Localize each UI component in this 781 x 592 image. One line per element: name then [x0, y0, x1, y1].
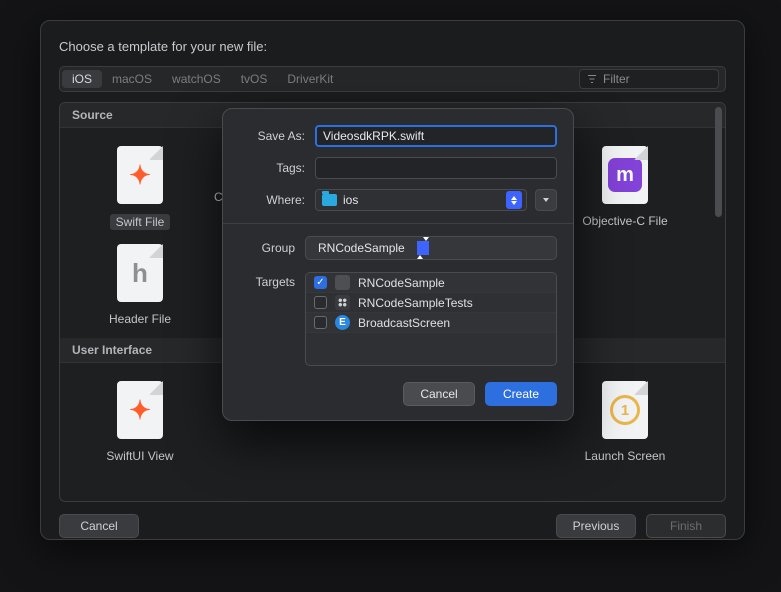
tags-input[interactable] [315, 157, 557, 179]
scrollbar-thumb[interactable] [715, 107, 722, 217]
tab-ios[interactable]: iOS [62, 70, 102, 88]
swift-file-icon: ✦ [117, 146, 163, 204]
targets-list: RNCodeSample RNCodeSampleTests E Broadca… [305, 272, 557, 366]
filter-icon [586, 73, 598, 85]
where-row: Where: ios [239, 189, 557, 211]
app-target-icon [335, 275, 350, 290]
tab-watchos[interactable]: watchOS [162, 70, 231, 88]
previous-button[interactable]: Previous [556, 514, 636, 538]
template-objc-file[interactable]: m Objective-C File [575, 146, 675, 230]
template-swift-file[interactable]: ✦ Swift File [90, 146, 190, 230]
folder-icon [322, 194, 337, 206]
filter-field[interactable]: Filter [579, 69, 719, 89]
target-item[interactable]: RNCodeSample [306, 273, 556, 293]
filter-placeholder: Filter [603, 72, 630, 86]
group-stepper-icon [417, 241, 429, 255]
target-item-empty [306, 333, 556, 353]
template-header-file[interactable]: h Header File [90, 244, 190, 326]
group-value: RNCodeSample [318, 241, 405, 255]
save-as-input[interactable] [315, 125, 557, 147]
target-name: RNCodeSample [358, 276, 445, 290]
target-checkbox[interactable] [314, 276, 327, 289]
launch-screen-icon: 1 [602, 381, 648, 439]
group-label: Group [239, 241, 295, 255]
tab-tvos[interactable]: tvOS [231, 70, 278, 88]
tests-target-icon [335, 295, 350, 310]
tab-driverkit[interactable]: DriverKit [277, 70, 343, 88]
where-stepper-icon [506, 191, 522, 209]
where-value: ios [343, 193, 358, 207]
tab-macos[interactable]: macOS [102, 70, 162, 88]
save-as-label: Save As: [239, 129, 305, 143]
chevron-down-icon [543, 198, 549, 202]
where-select[interactable]: ios [315, 189, 527, 211]
cancel-button[interactable]: Cancel [59, 514, 139, 538]
sheet-create-button[interactable]: Create [485, 382, 557, 406]
target-item[interactable]: E BroadcastScreen [306, 313, 556, 333]
target-name: BroadcastScreen [358, 316, 450, 330]
template-swiftui-view[interactable]: ✦ SwiftUI View [90, 381, 190, 463]
target-checkbox[interactable] [314, 296, 327, 309]
tags-row: Tags: [239, 157, 557, 179]
save-as-row: Save As: [239, 125, 557, 147]
group-select[interactable]: RNCodeSample [305, 236, 557, 260]
targets-label: Targets [239, 272, 295, 366]
targets-row: Targets RNCodeSample RNCodeSampleTests E… [239, 272, 557, 366]
template-label: Header File [109, 312, 171, 326]
template-label: SwiftUI View [106, 449, 173, 463]
dialog-title: Choose a template for your new file: [59, 39, 726, 54]
save-sheet: Save As: Tags: Where: ios Group R [222, 108, 574, 421]
extension-target-icon: E [335, 315, 350, 330]
target-name: RNCodeSampleTests [358, 296, 473, 310]
target-item[interactable]: RNCodeSampleTests [306, 293, 556, 313]
sheet-actions: Cancel Create [239, 382, 557, 406]
objc-file-icon: m [602, 146, 648, 204]
swiftui-file-icon: ✦ [117, 381, 163, 439]
expand-browser-button[interactable] [535, 189, 557, 211]
platform-tabs-row: iOS macOS watchOS tvOS DriverKit Filter [59, 66, 726, 92]
finish-button: Finish [646, 514, 726, 538]
template-label: Swift File [110, 214, 171, 230]
tags-label: Tags: [239, 161, 305, 175]
template-launch-screen[interactable]: 1 Launch Screen [575, 381, 675, 463]
sheet-cancel-button[interactable]: Cancel [403, 382, 475, 406]
template-label: Objective-C File [582, 214, 667, 228]
template-label: Launch Screen [585, 449, 666, 463]
sheet-divider [223, 223, 573, 224]
group-row: Group RNCodeSample [239, 236, 557, 260]
target-checkbox[interactable] [314, 316, 327, 329]
dialog-bottom-buttons: Cancel Previous Finish [59, 514, 726, 538]
where-label: Where: [239, 193, 305, 207]
header-file-icon: h [117, 244, 163, 302]
